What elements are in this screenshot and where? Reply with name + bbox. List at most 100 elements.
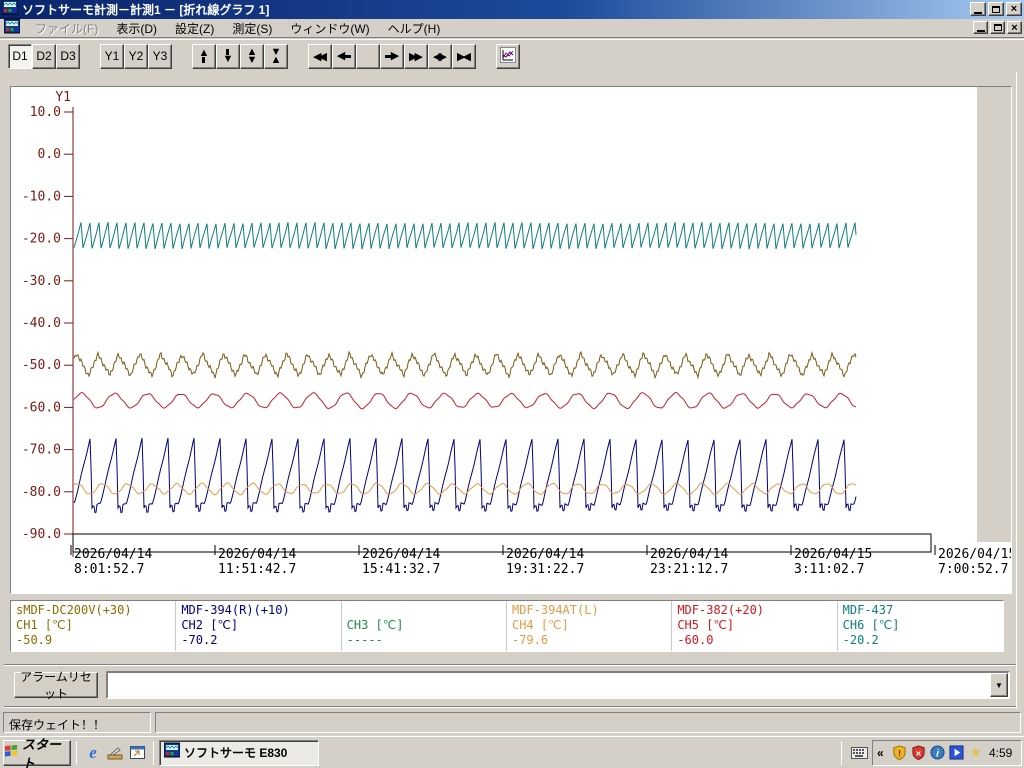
taskbar: スタート e ソフトサーモ E830 « ! × i ★ 4:59 bbox=[0, 736, 1024, 768]
channel-label: CH6 [℃] bbox=[842, 618, 900, 632]
toolbar-button-d1[interactable]: D1 bbox=[8, 43, 32, 69]
info-balloon-icon[interactable]: i bbox=[929, 744, 946, 761]
stop-button[interactable] bbox=[356, 43, 380, 69]
channel-value: -60.0 bbox=[677, 633, 714, 647]
menu-item-3[interactable]: 測定(S) bbox=[223, 18, 281, 39]
legend-cell-ch3: CH3 [℃] ----- bbox=[342, 601, 507, 651]
rewind-button[interactable]: ◀◀ bbox=[308, 43, 332, 69]
x-tick-date: 2026/04/15 bbox=[938, 547, 1011, 562]
channel-label: CH3 [℃] bbox=[346, 618, 404, 632]
series-ch6 bbox=[73, 222, 857, 250]
tray-expand-button[interactable]: « bbox=[877, 746, 889, 760]
channel-value: -20.2 bbox=[842, 633, 879, 647]
show-desktop-icon[interactable] bbox=[104, 741, 126, 765]
task-button[interactable]: ソフトサーモ E830 bbox=[159, 739, 319, 766]
chevron-down-icon: ▼ bbox=[995, 680, 1003, 690]
line-chart: Y110.0 0.0 -10.0 -20.0 -30.0 -40.0 -50.0 -60.0 -… bbox=[22, 87, 1016, 577]
system-tray: « ! × i ★ 4:59 bbox=[872, 739, 1022, 766]
y-tick-label: 0.0 bbox=[38, 147, 61, 162]
series-ch1 bbox=[73, 350, 857, 380]
toolbar-nav-group: ▲ ▼ ▲ ▼ ▼ ▲ bbox=[192, 43, 288, 69]
channel-label: CH5 [℃] bbox=[677, 618, 735, 632]
toolbar-transport-group: ◀◀ ◀ ▶ ▶▶ ◀▶ ▶◀ bbox=[308, 43, 476, 69]
restore-button[interactable] bbox=[988, 2, 1004, 16]
menu-item-1[interactable]: 表示(D) bbox=[107, 18, 166, 39]
minimize-button[interactable] bbox=[970, 2, 986, 16]
scroll-down-button[interactable]: ▼ bbox=[216, 43, 240, 69]
child-restore-button[interactable] bbox=[990, 21, 1005, 34]
step-forward-icon: ▶ bbox=[384, 51, 399, 62]
start-button[interactable]: スタート bbox=[3, 737, 71, 768]
rewind-icon: ◀◀ bbox=[313, 51, 327, 63]
child-minimize-button[interactable] bbox=[973, 21, 988, 34]
mdi-child-controls: × bbox=[973, 21, 1022, 34]
toolbar-button-y3[interactable]: Y3 bbox=[148, 43, 172, 69]
x-tick-date: 2026/04/14 bbox=[74, 547, 152, 562]
menu-items: ファイル(F) 表示(D) 設定(Z) 測定(S) ウィンドウ(W) ヘルプ(H) bbox=[26, 18, 449, 39]
compress-vertical-button[interactable]: ▼ ▲ bbox=[264, 43, 288, 69]
step-back-button[interactable]: ◀ bbox=[332, 43, 356, 69]
media-play-icon[interactable] bbox=[948, 744, 965, 761]
taskbar-separator bbox=[153, 740, 154, 765]
x-tick-date: 2026/04/14 bbox=[650, 547, 728, 562]
menu-item-2[interactable]: 設定(Z) bbox=[166, 18, 223, 39]
status-message: 保存ウェイト！！ bbox=[3, 712, 151, 733]
child-close-button[interactable]: × bbox=[1007, 21, 1022, 34]
mdi-child-icon bbox=[3, 18, 21, 39]
compress-horizontal-button[interactable]: ▶◀ bbox=[452, 43, 476, 69]
fast-forward-button[interactable]: ▶▶ bbox=[404, 43, 428, 69]
series-ch5 bbox=[73, 391, 857, 410]
alarm-combobox-value bbox=[108, 673, 990, 697]
y-tick-label: -70.0 bbox=[22, 443, 61, 458]
menu-item-4[interactable]: ウィンドウ(W) bbox=[281, 18, 378, 39]
window-controls: × bbox=[970, 2, 1022, 16]
legend-cell-ch6: MDF-437 CH6 [℃] -20.2 bbox=[838, 601, 1003, 651]
toolbar-button-y1[interactable]: Y1 bbox=[100, 43, 124, 69]
toolbar-axis-group: Y1 Y2 Y3 bbox=[100, 43, 172, 69]
step-forward-button[interactable]: ▶ bbox=[380, 43, 404, 69]
title-bar: ソフトサーモ計測－計測1 － [折れ線グラフ 1] × bbox=[0, 0, 1024, 19]
x-tick-time: 23:21:12.7 bbox=[650, 562, 728, 577]
menu-item-5[interactable]: ヘルプ(H) bbox=[379, 18, 450, 39]
x-tick-date: 2026/04/15 bbox=[794, 547, 872, 562]
svg-text:×: × bbox=[916, 748, 922, 758]
toolbar-button-y2[interactable]: Y2 bbox=[124, 43, 148, 69]
toolbar-button-d3[interactable]: D3 bbox=[56, 43, 80, 69]
desktop: ソフトサーモ計測－計測1 － [折れ線グラフ 1] × ファイル(F) 表示(D)… bbox=[0, 0, 1024, 768]
scroll-up-button[interactable]: ▲ bbox=[192, 43, 216, 69]
app-icon bbox=[163, 742, 181, 763]
toolbar: D1 D2 D3 Y1 Y2 Y3 ▲ ▼ ▲ ▼ ▼ ▲ ◀◀ ◀ ▶ ▶▶ ◀▶ ▶◀ bbox=[0, 39, 1024, 72]
x-tick-time: 15:41:32.7 bbox=[362, 562, 440, 577]
close-button[interactable]: × bbox=[1006, 2, 1022, 16]
channel-legend: sMDF-DC200V(+30) CH1 [℃] -50.9 MDF-394(R)(+… bbox=[10, 600, 1004, 652]
channel-label: CH4 [℃] bbox=[511, 618, 569, 632]
x-tick-time: 8:01:52.7 bbox=[74, 562, 144, 577]
channel-label: CH2 [℃] bbox=[181, 618, 239, 632]
y-tick-label: 10.0 bbox=[30, 105, 61, 120]
expand-horizontal-button[interactable]: ◀▶ bbox=[428, 43, 452, 69]
restore-icon bbox=[993, 24, 1002, 31]
combobox-dropdown-button[interactable]: ▼ bbox=[990, 673, 1008, 697]
y-tick-label: -20.0 bbox=[22, 232, 61, 247]
channel-value: ----- bbox=[346, 633, 383, 647]
graph-display-button[interactable] bbox=[496, 43, 520, 69]
window-shortcut-icon[interactable] bbox=[126, 741, 148, 765]
compress-horizontal-icon: ▶◀ bbox=[457, 51, 471, 63]
close-icon: × bbox=[1010, 3, 1018, 15]
security-alert-icon[interactable]: × bbox=[910, 744, 927, 761]
channel-name: MDF-394AT(L) bbox=[511, 603, 599, 617]
y-tick-label: -10.0 bbox=[22, 189, 61, 204]
star-icon[interactable]: ★ bbox=[967, 744, 984, 761]
menu-item-0: ファイル(F) bbox=[35, 21, 99, 36]
toolbar-button-d2[interactable]: D2 bbox=[32, 43, 56, 69]
security-warning-icon[interactable]: ! bbox=[891, 744, 908, 761]
alarm-reset-button[interactable]: アラームリセット bbox=[14, 670, 98, 701]
ie-icon[interactable]: e bbox=[82, 741, 104, 765]
keyboard-icon[interactable] bbox=[851, 746, 868, 759]
scroll-down-icon: ▼ bbox=[223, 49, 233, 65]
channel-name: sMDF-DC200V(+30) bbox=[16, 603, 132, 617]
expand-vertical-button[interactable]: ▲ ▼ bbox=[240, 43, 264, 69]
series-ch2 bbox=[73, 437, 857, 514]
window-title: ソフトサーモ計測－計測1 － [折れ線グラフ 1] bbox=[22, 3, 270, 17]
alarm-combobox[interactable]: ▼ bbox=[106, 671, 1010, 699]
